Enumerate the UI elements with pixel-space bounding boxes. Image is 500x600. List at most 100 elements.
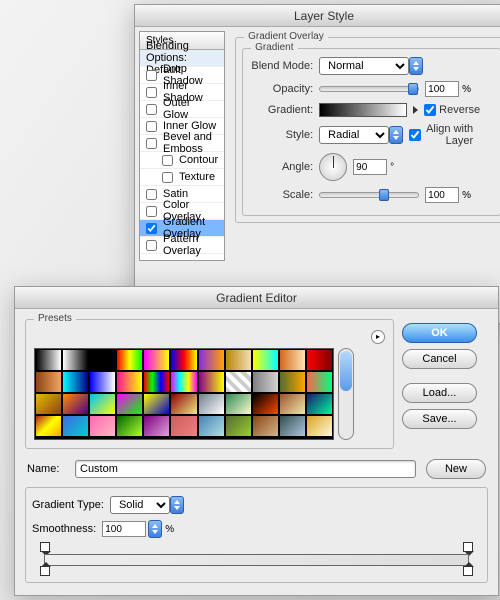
opacity-label: Opacity: xyxy=(249,83,319,95)
preset-swatch[interactable] xyxy=(62,415,89,437)
preset-swatch[interactable] xyxy=(306,349,333,371)
style-item-checkbox[interactable] xyxy=(146,223,157,234)
preset-swatch[interactable] xyxy=(143,349,170,371)
preset-swatch[interactable] xyxy=(306,393,333,415)
preset-swatch[interactable] xyxy=(170,371,197,393)
preset-swatch[interactable] xyxy=(170,393,197,415)
preset-swatch[interactable] xyxy=(116,349,143,371)
preset-swatch[interactable] xyxy=(116,393,143,415)
style-item-outer-glow[interactable]: Outer Glow xyxy=(140,101,224,118)
preset-swatch[interactable] xyxy=(306,371,333,393)
name-input[interactable] xyxy=(75,460,416,478)
angle-input[interactable] xyxy=(353,159,387,175)
preset-swatch[interactable] xyxy=(35,349,62,371)
preset-swatch[interactable] xyxy=(279,393,306,415)
preset-swatch[interactable] xyxy=(198,393,225,415)
preset-swatch[interactable] xyxy=(35,371,62,393)
preset-swatch[interactable] xyxy=(35,393,62,415)
style-item-label: Outer Glow xyxy=(163,97,218,121)
preset-swatch[interactable] xyxy=(143,415,170,437)
gradient-popup-icon[interactable] xyxy=(413,106,418,114)
opacity-slider[interactable] xyxy=(319,86,419,92)
scale-input[interactable] xyxy=(425,187,459,203)
preset-swatch[interactable] xyxy=(170,415,197,437)
preset-swatch[interactable] xyxy=(116,371,143,393)
opacity-input[interactable] xyxy=(425,81,459,97)
style-item-checkbox[interactable] xyxy=(146,87,157,98)
presets-scrollbar[interactable] xyxy=(338,348,354,440)
preset-swatch[interactable] xyxy=(252,371,279,393)
preset-swatch[interactable] xyxy=(89,415,116,437)
align-checkbox[interactable]: Align with Layer xyxy=(409,123,479,147)
opacity-stop-right[interactable] xyxy=(463,542,473,552)
new-button[interactable]: New xyxy=(426,459,486,479)
preset-swatch[interactable] xyxy=(116,415,143,437)
style-item-checkbox[interactable] xyxy=(146,189,157,200)
style-item-checkbox[interactable] xyxy=(162,172,173,183)
gradient-type-stepper[interactable] xyxy=(170,496,184,514)
preset-swatch[interactable] xyxy=(62,349,89,371)
style-item-texture[interactable]: Texture xyxy=(140,169,224,186)
preset-swatch[interactable] xyxy=(143,371,170,393)
gradient-type-select[interactable]: Solid xyxy=(110,496,170,514)
preset-swatch[interactable] xyxy=(89,393,116,415)
style-stepper[interactable] xyxy=(389,126,403,144)
style-item-pattern-overlay[interactable]: Pattern Overlay xyxy=(140,237,224,254)
gradient-legend: Gradient xyxy=(251,42,297,53)
preset-swatch[interactable] xyxy=(252,393,279,415)
blend-mode-stepper[interactable] xyxy=(409,57,423,75)
opacity-stop-left[interactable] xyxy=(40,542,50,552)
preset-swatch[interactable] xyxy=(170,349,197,371)
preset-swatch[interactable] xyxy=(89,349,116,371)
preset-swatch[interactable] xyxy=(252,349,279,371)
gradient-preview[interactable] xyxy=(319,103,407,117)
smoothness-stepper[interactable] xyxy=(148,520,162,538)
save-button[interactable]: Save... xyxy=(402,409,477,429)
style-item-checkbox[interactable] xyxy=(146,138,157,149)
style-item-contour[interactable]: Contour xyxy=(140,152,224,169)
preset-swatch[interactable] xyxy=(35,415,62,437)
scale-slider[interactable] xyxy=(319,192,419,198)
gradient-track[interactable] xyxy=(44,554,469,566)
style-item-checkbox[interactable] xyxy=(146,104,157,115)
preset-swatch[interactable] xyxy=(279,371,306,393)
color-stop-left[interactable] xyxy=(40,566,50,576)
style-item-checkbox[interactable] xyxy=(146,121,157,132)
reverse-checkbox[interactable]: Reverse xyxy=(424,104,494,116)
preset-swatch[interactable] xyxy=(225,349,252,371)
gradient-editor-buttons: OK Cancel Load... Save... xyxy=(402,315,488,453)
blend-mode-select[interactable]: Normal xyxy=(319,57,409,75)
layer-style-window: Layer Style Styles Blending Options: Def… xyxy=(134,4,500,324)
preset-swatch[interactable] xyxy=(198,349,225,371)
gradient-stops-bar[interactable] xyxy=(40,542,473,576)
smoothness-input[interactable] xyxy=(102,521,146,537)
preset-swatch[interactable] xyxy=(225,415,252,437)
gradient-overlay-group: Gradient Overlay Gradient Blend Mode: No… xyxy=(235,37,500,223)
load-button[interactable]: Load... xyxy=(402,383,477,403)
preset-swatch[interactable] xyxy=(62,371,89,393)
preset-swatch[interactable] xyxy=(279,349,306,371)
style-item-checkbox[interactable] xyxy=(146,70,157,81)
preset-swatch[interactable] xyxy=(252,415,279,437)
angle-dial[interactable] xyxy=(319,153,347,181)
styles-panel: Styles Blending Options: Default Drop Sh… xyxy=(139,31,225,261)
presets-grid[interactable] xyxy=(34,348,334,440)
color-stop-right[interactable] xyxy=(463,566,473,576)
style-item-checkbox[interactable] xyxy=(146,206,157,217)
preset-swatch[interactable] xyxy=(198,415,225,437)
preset-swatch[interactable] xyxy=(225,371,252,393)
preset-swatch[interactable] xyxy=(306,415,333,437)
presets-menu-icon[interactable]: ▸ xyxy=(371,330,385,344)
preset-swatch[interactable] xyxy=(279,415,306,437)
ok-button[interactable]: OK xyxy=(402,323,477,343)
preset-swatch[interactable] xyxy=(143,393,170,415)
preset-swatch[interactable] xyxy=(225,393,252,415)
cancel-button[interactable]: Cancel xyxy=(402,349,477,369)
style-item-checkbox[interactable] xyxy=(162,155,173,166)
preset-swatch[interactable] xyxy=(198,371,225,393)
preset-swatch[interactable] xyxy=(62,393,89,415)
style-item-bevel-and-emboss[interactable]: Bevel and Emboss xyxy=(140,135,224,152)
style-select[interactable]: Radial xyxy=(319,126,389,144)
preset-swatch[interactable] xyxy=(89,371,116,393)
style-item-checkbox[interactable] xyxy=(146,240,157,251)
